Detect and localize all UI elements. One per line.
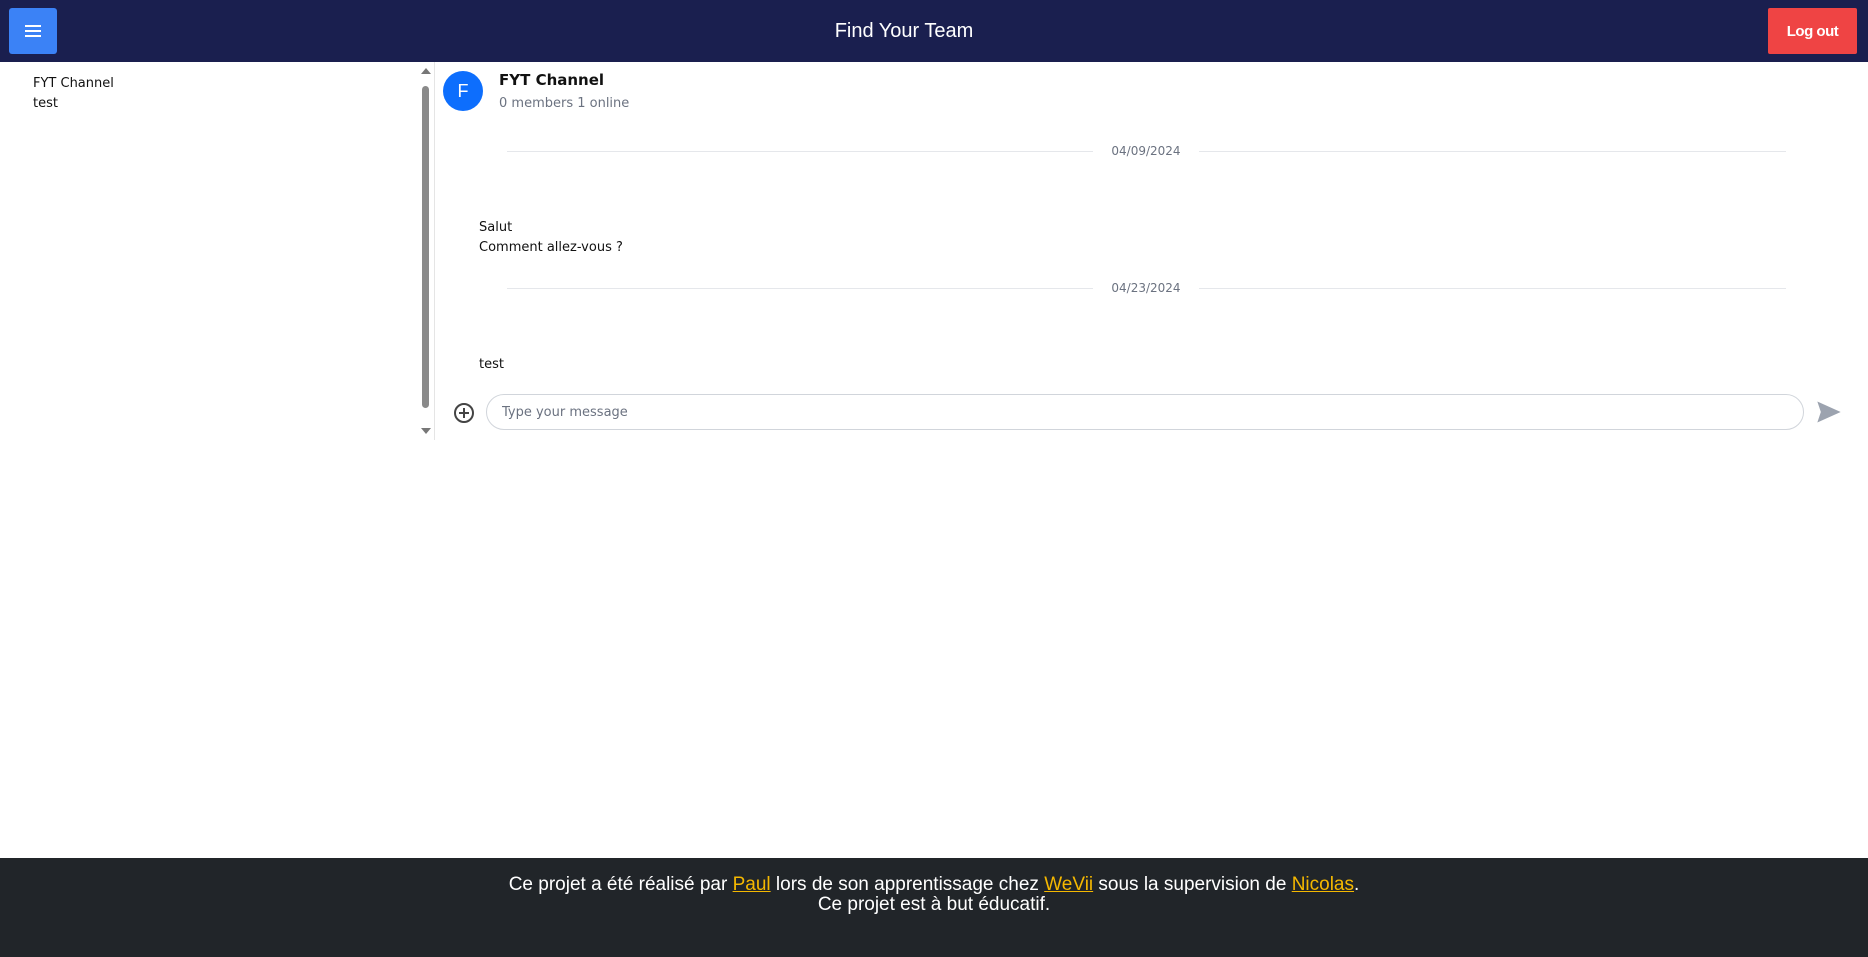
scroll-down-arrow-icon[interactable] bbox=[421, 428, 431, 434]
date-separator: 04/09/2024 bbox=[507, 141, 1786, 161]
footer-text: sous la supervision de bbox=[1093, 874, 1292, 895]
footer-text: lors de son apprentissage chez bbox=[770, 874, 1045, 895]
separator-line bbox=[1199, 288, 1786, 289]
channel-avatar: F bbox=[443, 71, 483, 111]
channel-member-info: 0 members 1 online bbox=[499, 96, 630, 111]
channel-item-fyt-channel[interactable]: FYT Channel bbox=[33, 74, 114, 94]
footer-text: Ce projet a été réalisé par bbox=[508, 874, 733, 895]
scroll-up-arrow-icon[interactable] bbox=[421, 68, 431, 74]
message-input[interactable] bbox=[486, 394, 1804, 430]
top-navbar: Find Your Team Log out bbox=[0, 0, 1868, 62]
separator-line bbox=[507, 151, 1093, 152]
footer-credit-line: Ce projet a été réalisé par Paul lors de… bbox=[0, 858, 1868, 895]
scrollbar-thumb[interactable] bbox=[422, 86, 429, 408]
separator-line bbox=[1199, 151, 1786, 152]
supervisor-link[interactable]: Nicolas bbox=[1292, 874, 1354, 895]
footer-text: . bbox=[1354, 874, 1360, 895]
chat-panel: F FYT Channel 0 members 1 online 04/09/2… bbox=[435, 62, 1868, 440]
footer-purpose-line: Ce projet est à but éducatif. bbox=[817, 894, 1051, 915]
plus-circle-icon[interactable] bbox=[454, 403, 474, 423]
channel-sidebar: FYT Channel test bbox=[0, 62, 435, 440]
logout-button[interactable]: Log out bbox=[1768, 8, 1857, 54]
channel-list: FYT Channel test bbox=[33, 74, 114, 114]
message-item: Salut bbox=[479, 220, 513, 235]
message-item: test bbox=[479, 357, 504, 372]
channel-item-test[interactable]: test bbox=[33, 94, 114, 114]
site-footer: Ce projet a été réalisé par Paul lors de… bbox=[0, 858, 1868, 957]
message-item: Comment allez-vous ? bbox=[479, 240, 623, 255]
company-link[interactable]: WeVii bbox=[1044, 874, 1093, 895]
separator-line bbox=[507, 288, 1093, 289]
channel-title: FYT Channel bbox=[499, 71, 605, 89]
send-icon[interactable] bbox=[1814, 398, 1844, 426]
app-title: Find Your Team bbox=[834, 20, 974, 42]
author-link[interactable]: Paul bbox=[733, 874, 771, 895]
date-separator: 04/23/2024 bbox=[507, 278, 1786, 298]
sidebar-scrollbar[interactable] bbox=[419, 66, 431, 438]
date-label: 04/09/2024 bbox=[1111, 144, 1181, 158]
date-label: 04/23/2024 bbox=[1111, 281, 1181, 295]
